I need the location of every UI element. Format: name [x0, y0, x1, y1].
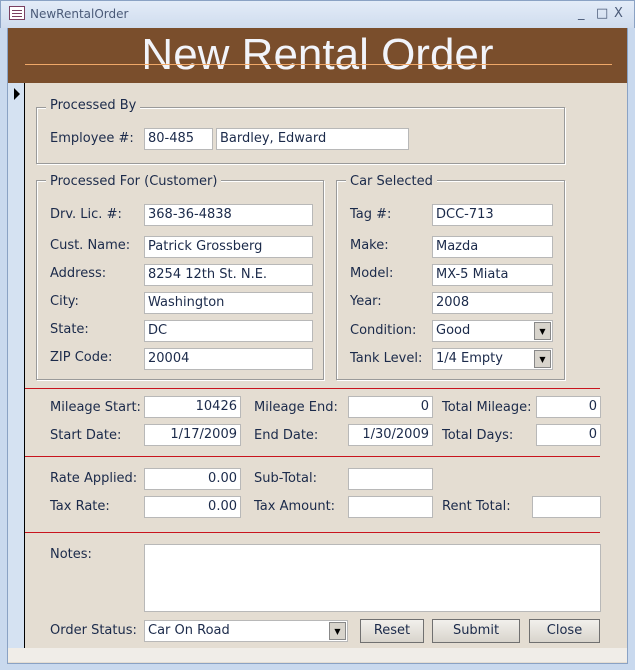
subtotal-label: Sub-Total: — [254, 471, 317, 486]
mileage-start-field[interactable]: 10426 — [144, 396, 241, 418]
tax-amount-label: Tax Amount: — [254, 499, 336, 514]
zip-label: ZIP Code: — [50, 350, 113, 365]
notes-textarea[interactable] — [144, 544, 601, 612]
maximize-button[interactable]: □ — [596, 6, 608, 21]
car-legend: Car Selected — [346, 174, 437, 189]
separator — [25, 388, 600, 389]
make-field[interactable]: Mazda — [432, 236, 553, 258]
separator — [25, 532, 600, 533]
zip-field[interactable]: 20004 — [144, 348, 313, 370]
mileage-end-label: Mileage End: — [254, 400, 338, 415]
start-date-label: Start Date: — [50, 428, 122, 443]
customer-legend: Processed For (Customer) — [46, 174, 222, 189]
chevron-down-icon[interactable]: ▼ — [534, 322, 551, 340]
form-header: New Rental Order — [8, 28, 627, 83]
header-divider — [25, 64, 612, 65]
drivers-license-field[interactable]: 368-36-4838 — [144, 204, 313, 226]
end-date-field[interactable]: 1/30/2009 — [348, 424, 433, 446]
year-label: Year: — [350, 294, 382, 309]
condition-select[interactable]: Good ▼ — [432, 320, 553, 342]
page-title: New Rental Order — [141, 30, 494, 79]
customer-name-field[interactable]: Patrick Grossberg — [144, 236, 313, 258]
address-label: Address: — [50, 266, 107, 281]
mileage-end-field[interactable]: 0 — [348, 396, 433, 418]
window-title: NewRentalOrder — [30, 7, 129, 21]
year-field[interactable]: 2008 — [432, 292, 553, 314]
reset-button[interactable]: Reset — [360, 619, 424, 643]
total-days-label: Total Days: — [442, 428, 514, 443]
processed-by-legend: Processed By — [46, 98, 141, 113]
chevron-down-icon[interactable]: ▼ — [329, 622, 346, 640]
model-field[interactable]: MX-5 Miata — [432, 264, 553, 286]
start-date-field[interactable]: 1/17/2009 — [144, 424, 241, 446]
tag-field[interactable]: DCC-713 — [432, 204, 553, 226]
current-record-arrow-icon — [14, 88, 20, 100]
rent-total-field[interactable] — [532, 496, 601, 518]
city-label: City: — [50, 294, 79, 309]
order-status-value: Car On Road — [148, 623, 230, 638]
employee-number-field[interactable]: 80-485 — [144, 128, 213, 150]
total-mileage-field[interactable]: 0 — [536, 396, 601, 418]
address-field[interactable]: 8254 12th St. N.E. — [144, 264, 313, 286]
state-field[interactable]: DC — [144, 320, 313, 342]
tank-level-select[interactable]: 1/4 Empty ▼ — [432, 348, 553, 370]
order-status-label: Order Status: — [50, 623, 137, 638]
rate-applied-field[interactable]: 0.00 — [144, 468, 241, 490]
minimize-button[interactable]: _ — [578, 6, 585, 21]
city-field[interactable]: Washington — [144, 292, 313, 314]
rent-total-label: Rent Total: — [442, 499, 511, 514]
rate-applied-label: Rate Applied: — [50, 471, 138, 486]
tax-amount-field[interactable] — [348, 496, 433, 518]
submit-button[interactable]: Submit — [432, 619, 520, 643]
tag-label: Tag #: — [350, 207, 392, 222]
order-status-select[interactable]: Car On Road ▼ — [144, 620, 348, 642]
notes-label: Notes: — [50, 547, 92, 562]
tank-level-label: Tank Level: — [350, 351, 423, 366]
condition-label: Condition: — [350, 323, 417, 338]
tank-level-value: 1/4 Empty — [436, 351, 503, 366]
subtotal-field[interactable] — [348, 468, 433, 490]
record-selector[interactable] — [8, 83, 25, 648]
form-icon — [9, 6, 25, 20]
model-label: Model: — [350, 266, 394, 281]
condition-value: Good — [436, 323, 471, 338]
customer-name-label: Cust. Name: — [50, 238, 131, 253]
chevron-down-icon[interactable]: ▼ — [534, 350, 551, 368]
close-window-button[interactable]: X — [614, 6, 623, 21]
make-label: Make: — [350, 238, 389, 253]
separator — [25, 456, 600, 457]
total-mileage-label: Total Mileage: — [442, 400, 532, 415]
drivers-license-label: Drv. Lic. #: — [50, 207, 122, 222]
total-days-field[interactable]: 0 — [536, 424, 601, 446]
tax-rate-label: Tax Rate: — [50, 499, 110, 514]
tax-rate-field[interactable]: 0.00 — [144, 496, 241, 518]
state-label: State: — [50, 322, 89, 337]
end-date-label: End Date: — [254, 428, 319, 443]
mileage-start-label: Mileage Start: — [50, 400, 141, 415]
form-footer — [8, 648, 627, 662]
employee-label: Employee #: — [50, 131, 134, 146]
close-button[interactable]: Close — [529, 619, 600, 643]
employee-name-field[interactable]: Bardley, Edward — [216, 128, 409, 150]
